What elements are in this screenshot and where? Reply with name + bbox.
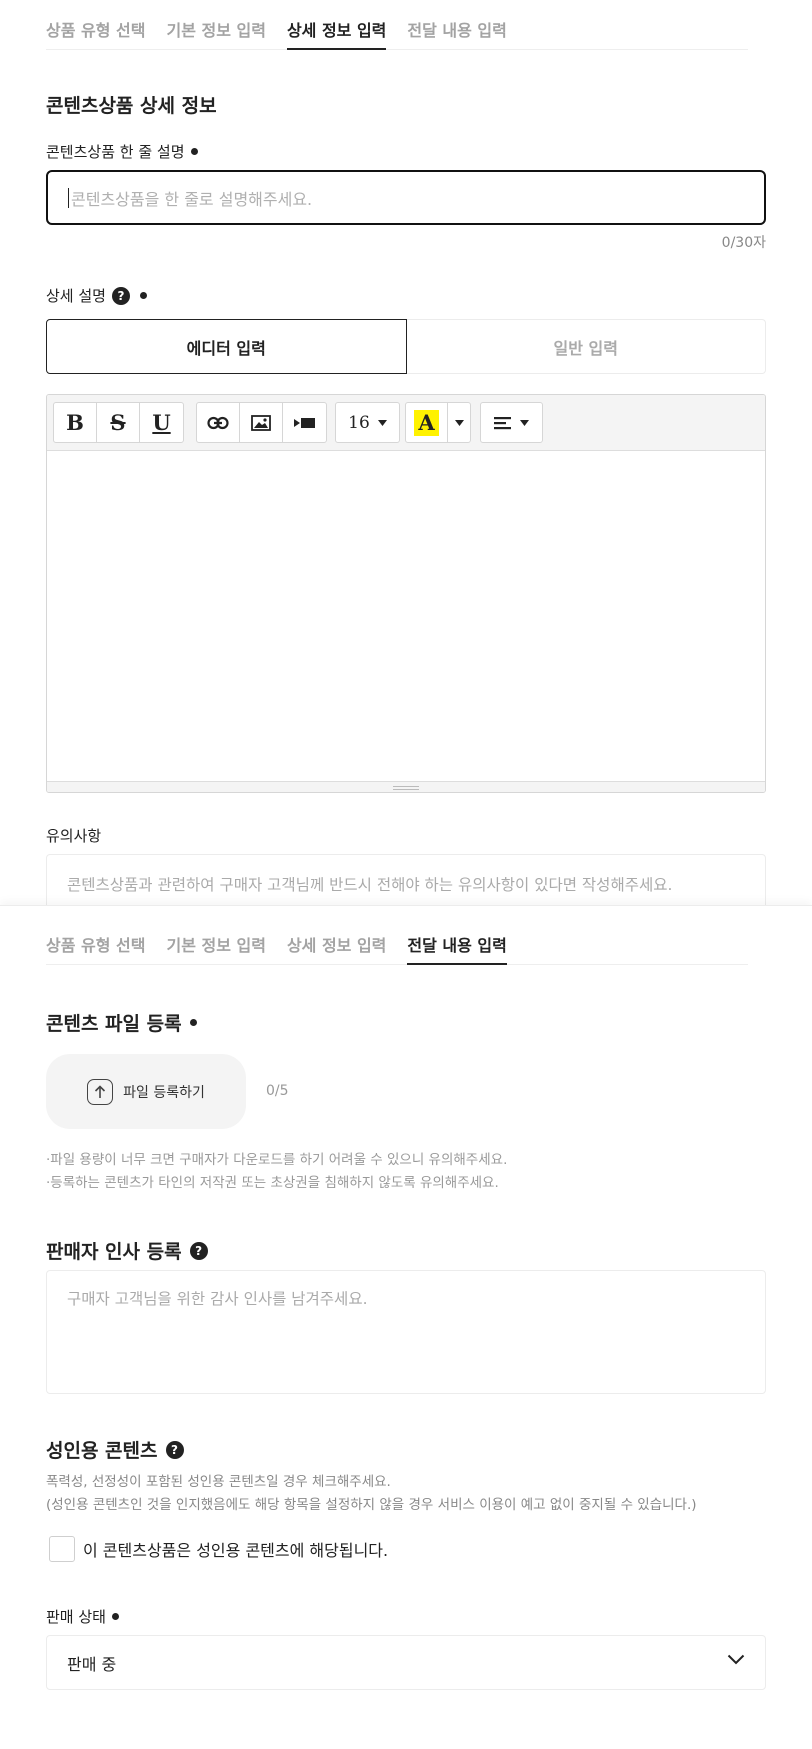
- oneline-counter: 0/30자: [721, 235, 766, 251]
- upload-arrow-icon: [87, 1078, 114, 1105]
- section-title-text: 콘텐츠상품 상세 정보: [46, 95, 217, 117]
- file-count: 0/5: [266, 1083, 289, 1099]
- editor-content-area[interactable]: [47, 451, 765, 781]
- required-dot-icon: [111, 1613, 119, 1620]
- help-icon[interactable]: ?: [189, 1241, 208, 1260]
- file-notes: ·파일 용량이 너무 크면 구매자가 다운로드를 하기 어려울 수 있으니 유의…: [46, 1149, 507, 1195]
- notice-label-text: 유의사항: [46, 827, 102, 845]
- notice-label: 유의사항: [46, 825, 101, 846]
- text-color-group: A: [405, 402, 471, 443]
- help-icon[interactable]: ?: [111, 286, 130, 305]
- tab-basic-info[interactable]: 기본 정보 입력: [166, 0, 265, 50]
- oneline-placeholder: 콘텐츠상품을 한 줄로 설명해주세요.: [71, 189, 313, 209]
- tab-basic-info[interactable]: 기본 정보 입력: [166, 915, 265, 965]
- oneline-label-text: 콘텐츠상품 한 줄 설명: [46, 143, 185, 161]
- bold-icon[interactable]: B: [54, 403, 97, 442]
- required-dot-icon: [190, 148, 198, 155]
- adult-note-1: 폭력성, 선정성이 포함된 성인용 콘텐츠일 경우 체크해주세요.: [46, 1474, 391, 1490]
- link-icon[interactable]: [197, 403, 240, 442]
- file-note-2: ·등록하는 콘텐츠가 타인의 저작권 또는 초상권을 침해하지 않도록 유의해주…: [46, 1175, 499, 1191]
- file-title-text: 콘텐츠 파일 등록: [46, 1013, 182, 1035]
- plain-input-tab[interactable]: 일반 입력: [406, 319, 766, 374]
- adult-checkbox-label[interactable]: 이 콘텐츠상품은 성인용 콘텐츠에 해당됩니다.: [83, 1537, 388, 1561]
- step-tabs: 상품 유형 선택 기본 정보 입력 상세 정보 입력 전달 내용 입력: [46, 915, 748, 965]
- greeting-title-text: 판매자 인사 등록: [46, 1241, 182, 1263]
- chevron-down-icon: [727, 1654, 745, 1665]
- file-note-1: ·파일 용량이 너무 크면 구매자가 다운로드를 하기 어려울 수 있으니 유의…: [46, 1152, 508, 1168]
- video-icon[interactable]: [283, 403, 326, 442]
- font-size-value: 16: [348, 412, 370, 433]
- align-left-icon: [494, 416, 511, 429]
- desc-label: 상세 설명 ?: [46, 285, 147, 306]
- delivery-content-panel: 상품 유형 선택 기본 정보 입력 상세 정보 입력 전달 내용 입력 콘텐츠 …: [0, 905, 812, 1749]
- status-label-text: 판매 상태: [46, 1608, 106, 1626]
- oneline-label: 콘텐츠상품 한 줄 설명: [46, 141, 198, 162]
- tab-delivery-content[interactable]: 전달 내용 입력: [407, 0, 506, 50]
- text-cursor: [68, 187, 69, 208]
- desc-label-text: 상세 설명: [46, 287, 106, 305]
- detail-section-title: 콘텐츠상품 상세 정보: [46, 91, 217, 118]
- tab-product-type[interactable]: 상품 유형 선택: [46, 915, 145, 965]
- insert-group: [196, 402, 327, 443]
- tab-detail-info[interactable]: 상세 정보 입력: [286, 0, 387, 50]
- caret-down-icon[interactable]: [448, 403, 470, 442]
- desc-mode-toggle: 에디터 입력 일반 입력: [46, 319, 766, 374]
- editor-input-tab[interactable]: 에디터 입력: [46, 319, 407, 374]
- align-select[interactable]: [480, 402, 543, 443]
- adult-notes: 폭력성, 선정성이 포함된 성인용 콘텐츠일 경우 체크해주세요. (성인용 콘…: [46, 1471, 697, 1517]
- required-dot-icon: [139, 292, 147, 299]
- image-icon[interactable]: [240, 403, 283, 442]
- file-section-title: 콘텐츠 파일 등록: [46, 1009, 197, 1036]
- strikethrough-icon[interactable]: S: [97, 403, 140, 442]
- adult-content-checkbox[interactable]: [49, 1536, 75, 1562]
- status-label: 판매 상태: [46, 1606, 119, 1627]
- required-dot-icon: [189, 1019, 197, 1026]
- tab-detail-info[interactable]: 상세 정보 입력: [287, 915, 386, 965]
- sales-status-select[interactable]: 판매 중: [46, 1635, 766, 1690]
- underline-icon[interactable]: U: [140, 403, 183, 442]
- tab-product-type[interactable]: 상품 유형 선택: [46, 0, 145, 50]
- oneline-input[interactable]: 콘텐츠상품을 한 줄로 설명해주세요.: [46, 170, 766, 225]
- greeting-section-title: 판매자 인사 등록 ?: [46, 1237, 208, 1264]
- caret-down-icon: [377, 419, 387, 426]
- editor-toolbar: B S U 16 A: [47, 395, 765, 451]
- adult-note-2: (성인용 콘텐츠인 것을 인지했음에도 해당 항목을 설정하지 않을 경우 서비…: [46, 1497, 697, 1513]
- caret-down-icon: [520, 419, 529, 426]
- font-size-select[interactable]: 16: [335, 402, 400, 443]
- greeting-placeholder: 구매자 고객님을 위한 감사 인사를 남겨주세요.: [67, 1290, 368, 1308]
- step-tabs: 상품 유형 선택 기본 정보 입력 상세 정보 입력 전달 내용 입력: [46, 0, 748, 50]
- notice-placeholder: 콘텐츠상품과 관련하여 구매자 고객님께 반드시 전해야 하는 유의사항이 있다…: [67, 876, 673, 894]
- status-value: 판매 중: [67, 1654, 117, 1674]
- upload-label: 파일 등록하기: [123, 1084, 205, 1101]
- notice-textarea[interactable]: 콘텐츠상품과 관련하여 구매자 고객님께 반드시 전해야 하는 유의사항이 있다…: [46, 854, 766, 905]
- highlight-color-icon[interactable]: A: [406, 403, 448, 442]
- detail-info-panel: 상품 유형 선택 기본 정보 입력 상세 정보 입력 전달 내용 입력 콘텐츠상…: [0, 0, 812, 905]
- tab-delivery-content[interactable]: 전달 내용 입력: [407, 915, 507, 965]
- greeting-textarea[interactable]: 구매자 고객님을 위한 감사 인사를 남겨주세요.: [46, 1270, 766, 1394]
- editor-resize-handle[interactable]: [47, 781, 765, 792]
- adult-section-title: 성인용 콘텐츠 ?: [46, 1436, 184, 1463]
- help-icon[interactable]: ?: [165, 1440, 184, 1459]
- file-upload-button[interactable]: 파일 등록하기: [46, 1054, 246, 1129]
- rich-text-editor: B S U 16 A: [46, 394, 766, 793]
- text-style-group: B S U: [53, 402, 184, 443]
- adult-title-text: 성인용 콘텐츠: [46, 1440, 158, 1462]
